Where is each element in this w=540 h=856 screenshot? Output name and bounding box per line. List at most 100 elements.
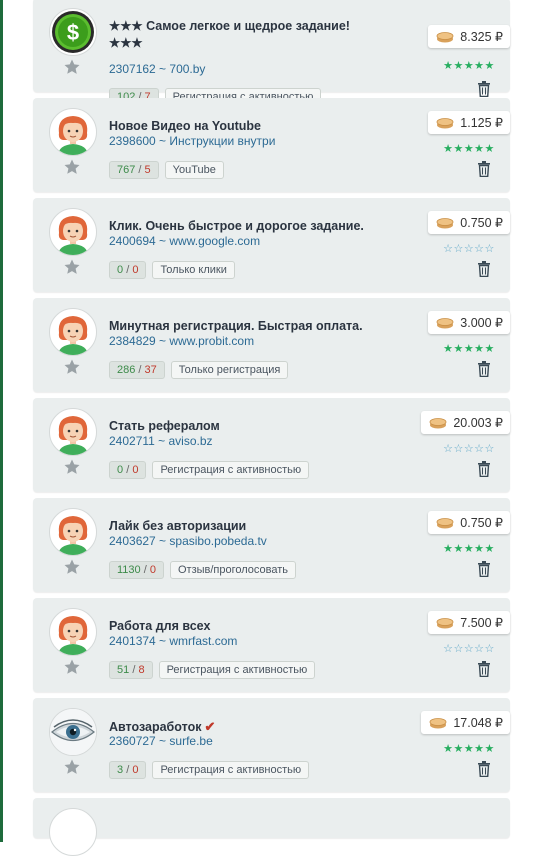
- price-value: 1.125 ₽: [460, 116, 503, 130]
- redhead-avatar: [49, 608, 97, 656]
- counter-separator: /: [126, 764, 130, 776]
- trash-icon[interactable]: [477, 761, 491, 777]
- task-id-site[interactable]: 2402711 ~ aviso.bz: [109, 434, 213, 448]
- verified-checkmark-icon: ✔: [204, 719, 216, 734]
- rating-stars: ☆☆☆☆☆: [443, 643, 495, 655]
- coin-icon: [436, 617, 454, 628]
- task-card[interactable]: Стать рефералом 2402711 ~ aviso.bz 0 / 0…: [33, 398, 510, 492]
- trash-icon[interactable]: [477, 561, 491, 577]
- task-list: $ ★★★ Самое легкое и щедрое задание! ★★★…: [33, 0, 510, 856]
- task-id-site[interactable]: 2401374 ~ wmrfast.com: [109, 634, 237, 648]
- coin-icon: [436, 31, 454, 42]
- task-id-site[interactable]: 2360727 ~ surfe.be: [109, 734, 213, 748]
- price-badge: 1.125 ₽: [428, 111, 510, 134]
- trash-icon[interactable]: [477, 661, 491, 677]
- favorite-star-icon[interactable]: [63, 458, 81, 476]
- price-value: 8.325 ₽: [460, 30, 503, 44]
- task-id-site[interactable]: 2403627 ~ spasibo.pobeda.tv: [109, 534, 267, 548]
- task-tags: 0 / 0 Регистрация с активностью: [109, 461, 310, 479]
- task-tags: 767 / 5 YouTube: [109, 161, 224, 179]
- task-tags: 0 / 0 Только клики: [109, 261, 235, 279]
- rating-stars: ★★★★★: [443, 343, 495, 355]
- done-count: 0: [117, 264, 124, 276]
- task-title[interactable]: Лайк без авторизации: [109, 518, 369, 535]
- counter-separator: /: [126, 264, 130, 276]
- task-title[interactable]: Минутная регистрация. Быстрая оплата.: [109, 318, 399, 335]
- task-title[interactable]: Стать рефералом: [109, 418, 369, 435]
- rating-stars: ★★★★★: [443, 60, 495, 72]
- trash-icon[interactable]: [477, 81, 491, 97]
- redhead-avatar: [49, 108, 97, 156]
- price-value: 7.500 ₽: [460, 616, 503, 630]
- coin-icon: [436, 317, 454, 328]
- task-card[interactable]: Минутная регистрация. Быстрая оплата. 23…: [33, 298, 510, 392]
- dollar-coin-avatar: $: [49, 8, 97, 56]
- trash-icon[interactable]: [477, 261, 491, 277]
- price-badge: 0.750 ₽: [428, 211, 510, 234]
- eye-logo-avatar: [49, 708, 97, 756]
- price-badge: 8.325 ₽: [428, 25, 510, 48]
- task-category-tag: Регистрация с активностью: [152, 761, 310, 779]
- rating-stars: ☆☆☆☆☆: [443, 443, 495, 455]
- task-title[interactable]: Клик. Очень быстрое и дорогое задание.: [109, 218, 399, 235]
- rating-stars: ☆☆☆☆☆: [443, 243, 495, 255]
- svg-text:$: $: [67, 20, 79, 45]
- done-count: 1130: [117, 564, 141, 576]
- task-category-tag: Только клики: [152, 261, 235, 279]
- price-badge: 17.048 ₽: [421, 711, 510, 734]
- price-value: 0.750 ₽: [460, 216, 503, 230]
- task-tags: 1130 / 0 Отзыв/проголосовать: [109, 561, 297, 579]
- task-card[interactable]: Автозаработок ✔ 2360727 ~ surfe.be 3 / 0 …: [33, 698, 510, 792]
- price-badge: 0.750 ₽: [428, 511, 510, 534]
- done-count: 767: [117, 164, 136, 176]
- favorite-star-icon[interactable]: [63, 658, 81, 676]
- favorite-star-icon[interactable]: [63, 558, 81, 576]
- task-tags: 3 / 0 Регистрация с активностью: [109, 761, 310, 779]
- completion-counter: 767 / 5: [109, 161, 159, 179]
- task-card[interactable]: Лайк без авторизации 2403627 ~ spasibo.p…: [33, 498, 510, 592]
- task-id-site[interactable]: 2400694 ~ www.google.com: [109, 234, 260, 248]
- trash-icon[interactable]: [477, 361, 491, 377]
- trash-icon[interactable]: [477, 461, 491, 477]
- task-card[interactable]: Клик. Очень быстрое и дорогое задание. 2…: [33, 198, 510, 292]
- task-category-tag: Регистрация с активностью: [152, 461, 310, 479]
- refused-count: 8: [138, 664, 145, 676]
- task-id-site[interactable]: 2307162 ~ 700.by: [109, 62, 205, 76]
- trash-icon[interactable]: [477, 161, 491, 177]
- favorite-star-icon[interactable]: [63, 358, 81, 376]
- counter-separator: /: [143, 564, 147, 576]
- coin-icon: [436, 117, 454, 128]
- refused-count: 0: [132, 764, 139, 776]
- task-card-partial[interactable]: [33, 798, 510, 856]
- completion-counter: 286 / 37: [109, 361, 165, 379]
- task-id-site[interactable]: 2398600 ~ Инструкции внутри: [109, 134, 275, 148]
- done-count: 51: [117, 664, 130, 676]
- counter-separator: /: [132, 664, 136, 676]
- task-category-tag: Только регистрация: [170, 361, 289, 379]
- task-title-text: Автозаработок: [109, 720, 202, 734]
- redhead-avatar: [49, 808, 97, 856]
- task-id-site[interactable]: 2384829 ~ www.probit.com: [109, 334, 254, 348]
- refused-count: 0: [132, 264, 139, 276]
- completion-counter: 0 / 0: [109, 461, 147, 479]
- task-category-tag: Отзыв/проголосовать: [169, 561, 297, 579]
- task-card[interactable]: Новое Видео на Youtube 2398600 ~ Инструк…: [33, 98, 510, 192]
- favorite-star-icon[interactable]: [63, 758, 81, 776]
- task-title[interactable]: Работа для всех: [109, 618, 369, 635]
- favorite-star-icon[interactable]: [63, 158, 81, 176]
- favorite-star-icon[interactable]: [63, 258, 81, 276]
- task-card[interactable]: $ ★★★ Самое легкое и щедрое задание! ★★★…: [33, 0, 510, 106]
- price-badge: 7.500 ₽: [428, 611, 510, 634]
- task-title[interactable]: Новое Видео на Youtube: [109, 118, 369, 135]
- refused-count: 0: [149, 564, 156, 576]
- refused-count: 0: [132, 464, 139, 476]
- price-value: 3.000 ₽: [460, 316, 503, 330]
- task-card[interactable]: Работа для всех 2401374 ~ wmrfast.com 51…: [33, 598, 510, 692]
- task-title[interactable]: ★★★ Самое легкое и щедрое задание! ★★★: [109, 18, 369, 52]
- refused-count: 37: [144, 364, 157, 376]
- favorite-star-icon[interactable]: [63, 58, 81, 76]
- counter-separator: /: [138, 364, 142, 376]
- coin-icon: [429, 717, 447, 728]
- rating-stars: ★★★★★: [443, 143, 495, 155]
- price-badge: 20.003 ₽: [421, 411, 510, 434]
